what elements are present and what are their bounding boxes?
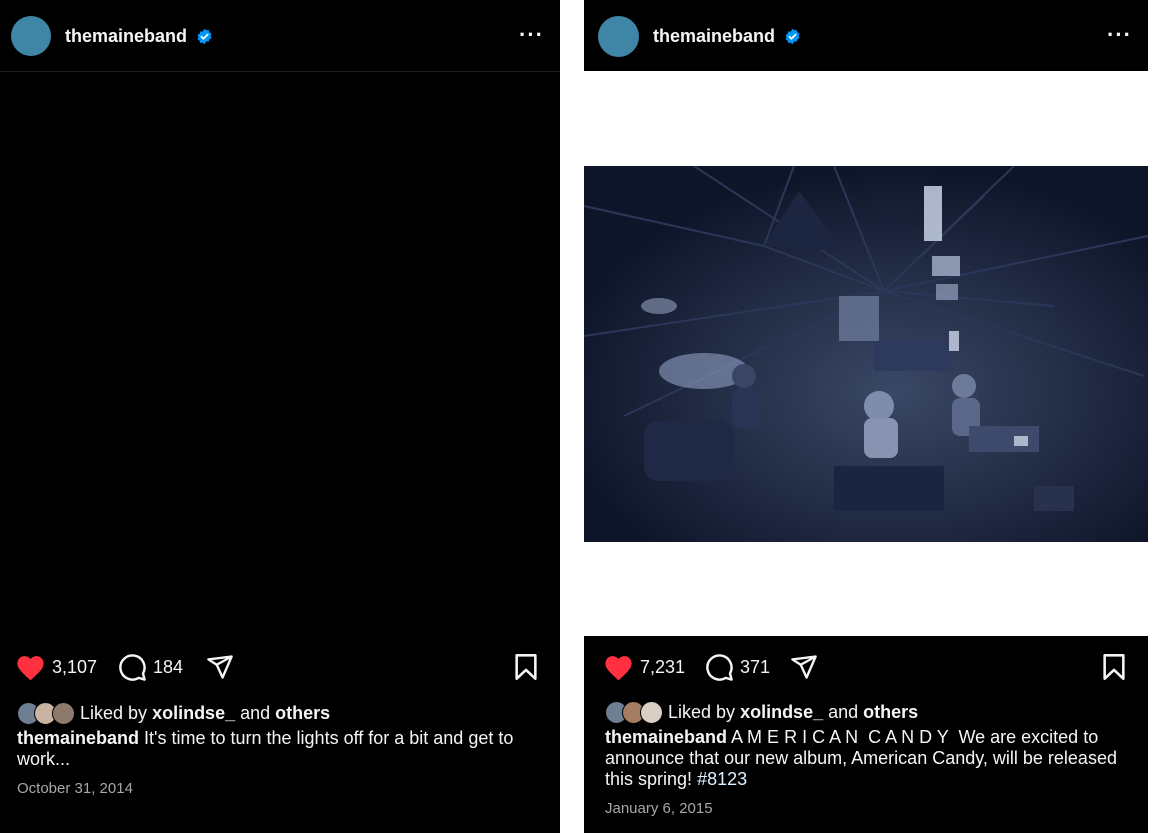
post-footer: 7,231 371 Liked by xolindse_ and others …: [584, 636, 1148, 833]
liker-avatars: [17, 702, 75, 725]
share-button[interactable]: [789, 651, 819, 683]
liker-avatar: [640, 701, 663, 724]
liked-by-and: and: [240, 702, 271, 723]
caption-username-link[interactable]: themaineband: [17, 728, 139, 748]
comment-count: 371: [740, 656, 771, 677]
save-button[interactable]: [513, 651, 539, 683]
liker-avatar: [52, 702, 75, 725]
liked-by-prefix: Liked by: [80, 702, 148, 723]
heart-icon: [605, 656, 632, 681]
post-footer: 3,107 184 Liked by xolindse_ and others …: [0, 637, 560, 833]
comment-button[interactable]: 184: [118, 651, 183, 683]
username-link[interactable]: themaineband: [65, 26, 187, 47]
liked-by-row[interactable]: Liked by xolindse_ and others: [605, 700, 918, 724]
liked-by-others-link[interactable]: others: [275, 703, 330, 724]
post-caption: themaineband It's time to turn the light…: [17, 728, 537, 770]
post-date: January 6, 2015: [605, 800, 713, 817]
liked-by-user-link[interactable]: xolindse_: [152, 703, 235, 724]
action-bar: 3,107 184: [0, 651, 560, 687]
avatar[interactable]: [598, 16, 639, 57]
save-button[interactable]: [1101, 651, 1127, 683]
post-media[interactable]: [584, 72, 1148, 636]
like-count: 3,107: [52, 656, 98, 677]
share-icon: [791, 655, 817, 679]
verified-icon: [197, 28, 212, 45]
comment-icon: [706, 653, 733, 681]
post-header: themaineband ···: [0, 0, 560, 72]
caption-username-link[interactable]: themaineband: [605, 727, 727, 747]
liker-avatars: [605, 701, 663, 724]
post-media[interactable]: [0, 72, 560, 637]
post-card-2: themaineband ··· 7,231 371 Liked by xoli…: [584, 0, 1148, 833]
verified-icon: [785, 28, 800, 45]
post-date: October 31, 2014: [17, 780, 133, 797]
more-options-icon[interactable]: ···: [519, 24, 544, 46]
post-caption: themaineband A M E R I C A N C A N D Y W…: [605, 727, 1125, 790]
studio-photo: [584, 166, 1148, 542]
share-icon: [207, 655, 233, 679]
bookmark-icon: [1103, 654, 1125, 680]
liked-by-prefix: Liked by: [668, 701, 736, 722]
post-photo: [584, 166, 1148, 542]
liked-by-row[interactable]: Liked by xolindse_ and others: [17, 701, 330, 725]
comment-button[interactable]: 371: [705, 651, 770, 683]
heart-icon: [17, 656, 44, 681]
post-card-1: themaineband ··· 3,107 184 Liked by xoli…: [0, 0, 560, 833]
bookmark-icon: [515, 654, 537, 680]
more-options-icon[interactable]: ···: [1107, 24, 1132, 46]
username-link[interactable]: themaineband: [653, 26, 775, 47]
like-button[interactable]: 3,107: [15, 651, 97, 683]
comment-count: 184: [153, 656, 184, 677]
comment-icon: [119, 653, 146, 681]
like-count: 7,231: [640, 656, 686, 677]
liked-by-user-link[interactable]: xolindse_: [740, 702, 823, 723]
hashtag-link[interactable]: #8123: [697, 769, 747, 789]
liked-by-others-link[interactable]: others: [863, 702, 918, 723]
like-button[interactable]: 7,231: [603, 651, 685, 683]
share-button[interactable]: [205, 651, 235, 683]
liked-by-and: and: [828, 701, 859, 722]
action-bar: 7,231 371: [584, 651, 1148, 687]
avatar[interactable]: [11, 16, 51, 56]
post-header: themaineband ···: [584, 0, 1148, 71]
